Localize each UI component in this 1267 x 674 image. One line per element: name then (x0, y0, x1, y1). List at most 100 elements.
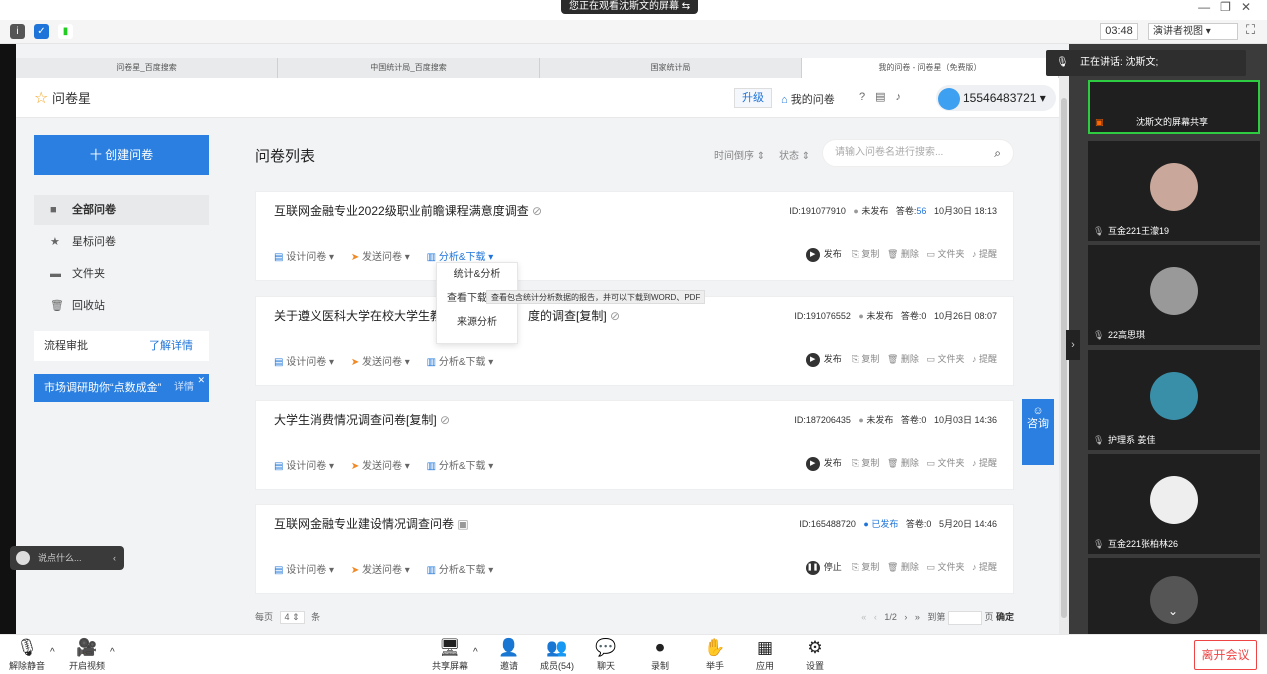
delete-button[interactable]: 🗑 删除 (887, 458, 919, 468)
video-tile[interactable]: 🎙 互金221王濛19 (1088, 141, 1260, 241)
menu-item-source-analysis[interactable]: 来源分析 (437, 311, 517, 335)
record-button[interactable]: ⏺ 录制 (635, 637, 685, 672)
my-surveys-link[interactable]: ⌂ 我的问卷 (781, 91, 835, 107)
invite-button[interactable]: 👤 邀请 (484, 637, 534, 672)
consult-button[interactable]: ☺ 咨询 (1022, 399, 1054, 465)
link-icon[interactable]: ⊘ (532, 204, 542, 218)
folder-button[interactable]: ▭ 文件夹 (926, 458, 964, 468)
share-screen-button[interactable]: 🖥 共享屏幕 (425, 637, 475, 672)
view-mode-select[interactable]: 演讲者视图 ▾ (1148, 23, 1238, 40)
unmute-options-icon[interactable]: ^ (50, 647, 55, 658)
bell-icon[interactable]: ♪ (896, 91, 912, 103)
copy-button[interactable]: ⎘ 复制 (852, 354, 880, 364)
nav-starred[interactable]: ★ 星标问卷 (34, 227, 209, 257)
video-tile[interactable]: ⌄ (1088, 558, 1260, 634)
nav-all-surveys[interactable]: ■ 全部问卷 (34, 195, 209, 225)
survey-title[interactable]: 大学生消费情况调查问卷[复制] ⊘ (274, 411, 450, 428)
folder-button[interactable]: ▭ 文件夹 (926, 249, 964, 259)
first-page-icon[interactable]: « (861, 612, 866, 622)
confirm-button[interactable]: 确定 (996, 612, 1014, 622)
help-icon[interactable]: ? (859, 91, 875, 103)
link-icon[interactable]: ⊘ (610, 309, 620, 323)
close-icon[interactable]: ✕ (1241, 0, 1261, 14)
folder-button[interactable]: ▭ 文件夹 (926, 562, 964, 572)
remind-button[interactable]: ♪ 提醒 (972, 354, 997, 364)
publish-button[interactable]: ▶ 发布 (805, 247, 842, 262)
delete-button[interactable]: 🗑 删除 (887, 354, 919, 364)
message-icon[interactable]: ▤ (875, 91, 895, 103)
design-survey-button[interactable]: ▤ 设计问卷 ▾ (274, 457, 334, 472)
exit-fullscreen-icon[interactable]: ⇆ (682, 1, 690, 12)
sort-by-time[interactable]: 时间倒序 ⇕ (714, 147, 765, 162)
browser-tab[interactable]: 国家统计局 (540, 58, 802, 78)
last-page-icon[interactable]: » (915, 612, 920, 622)
analyze-download-button[interactable]: ▥ 分析&下载 ▾ (427, 561, 494, 576)
qr-icon[interactable]: ▣ (457, 517, 468, 531)
logo[interactable]: ☆ 问卷星 (34, 88, 91, 108)
panel-collapse-handle[interactable]: › (1066, 330, 1080, 360)
copy-button[interactable]: ⎘ 复制 (852, 562, 880, 572)
shield-icon[interactable]: ✓ (34, 24, 49, 39)
design-survey-button[interactable]: ▤ 设计问卷 ▾ (274, 561, 334, 576)
chat-button[interactable]: 💬 聊天 (581, 637, 631, 672)
nav-folders[interactable]: ▬ 文件夹 (34, 259, 209, 289)
search-input[interactable]: 请输入问卷名进行搜索... ⌕ (822, 139, 1014, 167)
minimize-icon[interactable]: — (1198, 0, 1220, 14)
emoji-icon[interactable] (16, 551, 30, 565)
fullscreen-icon[interactable]: ⛶ (1246, 22, 1255, 38)
send-survey-button[interactable]: ➤ 发送问卷 ▾ (351, 353, 410, 368)
page-input[interactable] (947, 610, 982, 625)
info-icon[interactable]: i (10, 24, 25, 39)
video-tile[interactable]: 🎙 护理系 姜佳 (1088, 350, 1260, 450)
apps-button[interactable]: ▦ 应用 (740, 637, 790, 672)
browser-tab[interactable]: 中国统计局_百度搜索 (278, 58, 540, 78)
create-survey-button[interactable]: 十 创建问卷 (34, 135, 209, 175)
send-survey-button[interactable]: ➤ 发送问卷 ▾ (351, 561, 410, 576)
promo-more-link[interactable]: 详情 (174, 374, 194, 402)
send-survey-button[interactable]: ➤ 发送问卷 ▾ (351, 457, 410, 472)
remind-button[interactable]: ♪ 提醒 (972, 249, 997, 259)
remind-button[interactable]: ♪ 提醒 (972, 458, 997, 468)
account-menu[interactable]: 15546483721 ▾ (936, 85, 1056, 111)
close-icon[interactable]: ✕ (197, 366, 205, 394)
link-icon[interactable]: ⊘ (440, 413, 450, 427)
analyze-download-button[interactable]: ▥ 分析&下载 ▾ (427, 457, 494, 472)
per-page-select[interactable]: 4 ⇕ (279, 611, 305, 624)
start-video-button[interactable]: 🎥 开启视频 (62, 637, 112, 672)
upgrade-button[interactable]: 升级 (734, 88, 772, 108)
menu-item-stats-analysis[interactable]: 统计&分析 (437, 263, 517, 287)
prev-page-icon[interactable]: ‹ (874, 612, 877, 622)
analyze-download-button[interactable]: ▥ 分析&下载 ▾ (427, 248, 494, 263)
settings-button[interactable]: ⚙ 设置 (790, 637, 840, 672)
answers-count[interactable]: 56 (916, 206, 926, 216)
survey-title[interactable]: 互联网金融专业建设情况调查问卷 ▣ (274, 515, 469, 532)
browser-tab[interactable]: 问卷星_百度搜索 (16, 58, 278, 78)
collapse-icon[interactable]: ‹ (113, 546, 116, 570)
stop-button[interactable]: ❚❚ 停止 (805, 560, 842, 575)
publish-button[interactable]: ▶ 发布 (805, 456, 842, 471)
nav-recycle-bin[interactable]: 🗑 回收站 (34, 291, 209, 321)
design-survey-button[interactable]: ▤ 设计问卷 ▾ (274, 248, 334, 263)
delete-button[interactable]: 🗑 删除 (887, 249, 919, 259)
survey-title[interactable]: 互联网金融专业2022级职业前瞻课程满意度调查 ⊘ (274, 202, 542, 219)
send-survey-button[interactable]: ➤ 发送问卷 ▾ (351, 248, 410, 263)
copy-button[interactable]: ⎘ 复制 (852, 249, 880, 259)
chat-input[interactable]: 说点什么... ‹ (10, 546, 124, 570)
leave-meeting-button[interactable]: 离开会议 (1194, 640, 1257, 670)
scroll-down-icon[interactable]: ⌄ (1168, 604, 1178, 618)
design-survey-button[interactable]: ▤ 设计问卷 ▾ (274, 353, 334, 368)
restore-icon[interactable]: ❐ (1220, 0, 1241, 14)
flow-more-link[interactable]: 了解详情 (149, 331, 193, 361)
folder-button[interactable]: ▭ 文件夹 (926, 354, 964, 364)
promo-banner[interactable]: 市场调研助你“点数成金” 详情 ✕ (34, 374, 209, 402)
copy-button[interactable]: ⎘ 复制 (852, 458, 880, 468)
remind-button[interactable]: ♪ 提醒 (972, 562, 997, 572)
members-button[interactable]: 👥 成员(54) (532, 637, 582, 672)
sort-by-status[interactable]: 状态 ⇕ (779, 147, 810, 162)
next-page-icon[interactable]: › (904, 612, 907, 622)
search-icon[interactable]: ⌕ (994, 140, 1001, 166)
browser-tab-active[interactable]: 我的问卷 - 问卷星（免费版） (802, 58, 1059, 78)
signal-icon[interactable]: ▮ (58, 24, 73, 39)
delete-button[interactable]: 🗑 删除 (887, 562, 919, 572)
video-options-icon[interactable]: ^ (110, 647, 115, 658)
